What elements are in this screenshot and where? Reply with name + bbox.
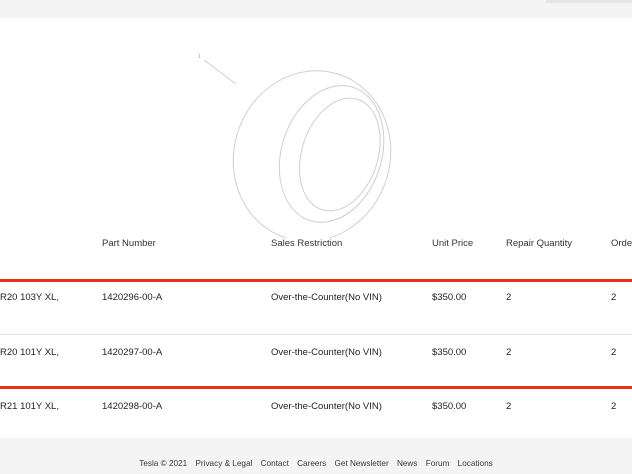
highlight-line-top	[0, 279, 632, 282]
unit-price: $350.00	[432, 401, 467, 412]
parts-catalog-panel: 1 Part Number Sales Restriction Unit Pri…	[0, 18, 632, 438]
part-number: 1420298-00-A	[102, 401, 163, 412]
repair-quantity: 2	[506, 292, 512, 303]
order-quantity: 2	[611, 347, 617, 358]
part-number: 1420297-00-A	[102, 347, 163, 358]
repair-quantity: 2	[506, 347, 512, 358]
callout-number[interactable]: 1	[198, 54, 201, 60]
sales-restriction: Over-the-Counter(No VIN)	[271, 347, 382, 358]
header-sales-restriction: Sales Restriction	[271, 238, 343, 249]
highlight-line-bottom	[0, 386, 632, 389]
part-description: R21 101Y XL,	[0, 401, 59, 412]
footer-links: Tesla © 2021 Privacy & Legal Contact Car…	[0, 459, 632, 468]
part-description: R20 101Y XL,	[0, 347, 59, 358]
sales-restriction: Over-the-Counter(No VIN)	[271, 292, 382, 303]
header-unit-price: Unit Price	[432, 238, 474, 249]
footer-copyright: Tesla © 2021	[139, 459, 188, 468]
order-quantity: 2	[611, 292, 617, 303]
sales-restriction: Over-the-Counter(No VIN)	[271, 401, 382, 412]
footer-link-newsletter[interactable]: Get Newsletter	[335, 459, 389, 468]
part-description: R20 103Y XL,	[0, 292, 59, 303]
footer-link-forum[interactable]: Forum	[426, 459, 450, 468]
footer-link-careers[interactable]: Careers	[297, 459, 326, 468]
unit-price: $350.00	[432, 347, 467, 358]
part-number: 1420296-00-A	[102, 292, 163, 303]
footer-link-privacy[interactable]: Privacy & Legal	[195, 459, 252, 468]
header-repair-quantity: Repair Quantity	[506, 238, 573, 249]
top-bar	[0, 0, 632, 18]
footer-link-locations[interactable]: Locations	[458, 459, 493, 468]
footer-link-contact[interactable]: Contact	[261, 459, 289, 468]
header-part-number: Part Number	[102, 238, 156, 249]
tire-diagram: 1	[180, 48, 440, 238]
footer-link-news[interactable]: News	[397, 459, 417, 468]
header-order: Orde	[611, 238, 632, 249]
site-footer: Tesla © 2021 Privacy & Legal Contact Car…	[0, 438, 632, 474]
unit-price: $350.00	[432, 292, 467, 303]
repair-quantity: 2	[506, 401, 512, 412]
tire-illustration	[203, 59, 392, 238]
top-nav-edge	[546, 0, 632, 3]
order-quantity: 2	[611, 401, 617, 412]
row-divider	[0, 334, 632, 335]
